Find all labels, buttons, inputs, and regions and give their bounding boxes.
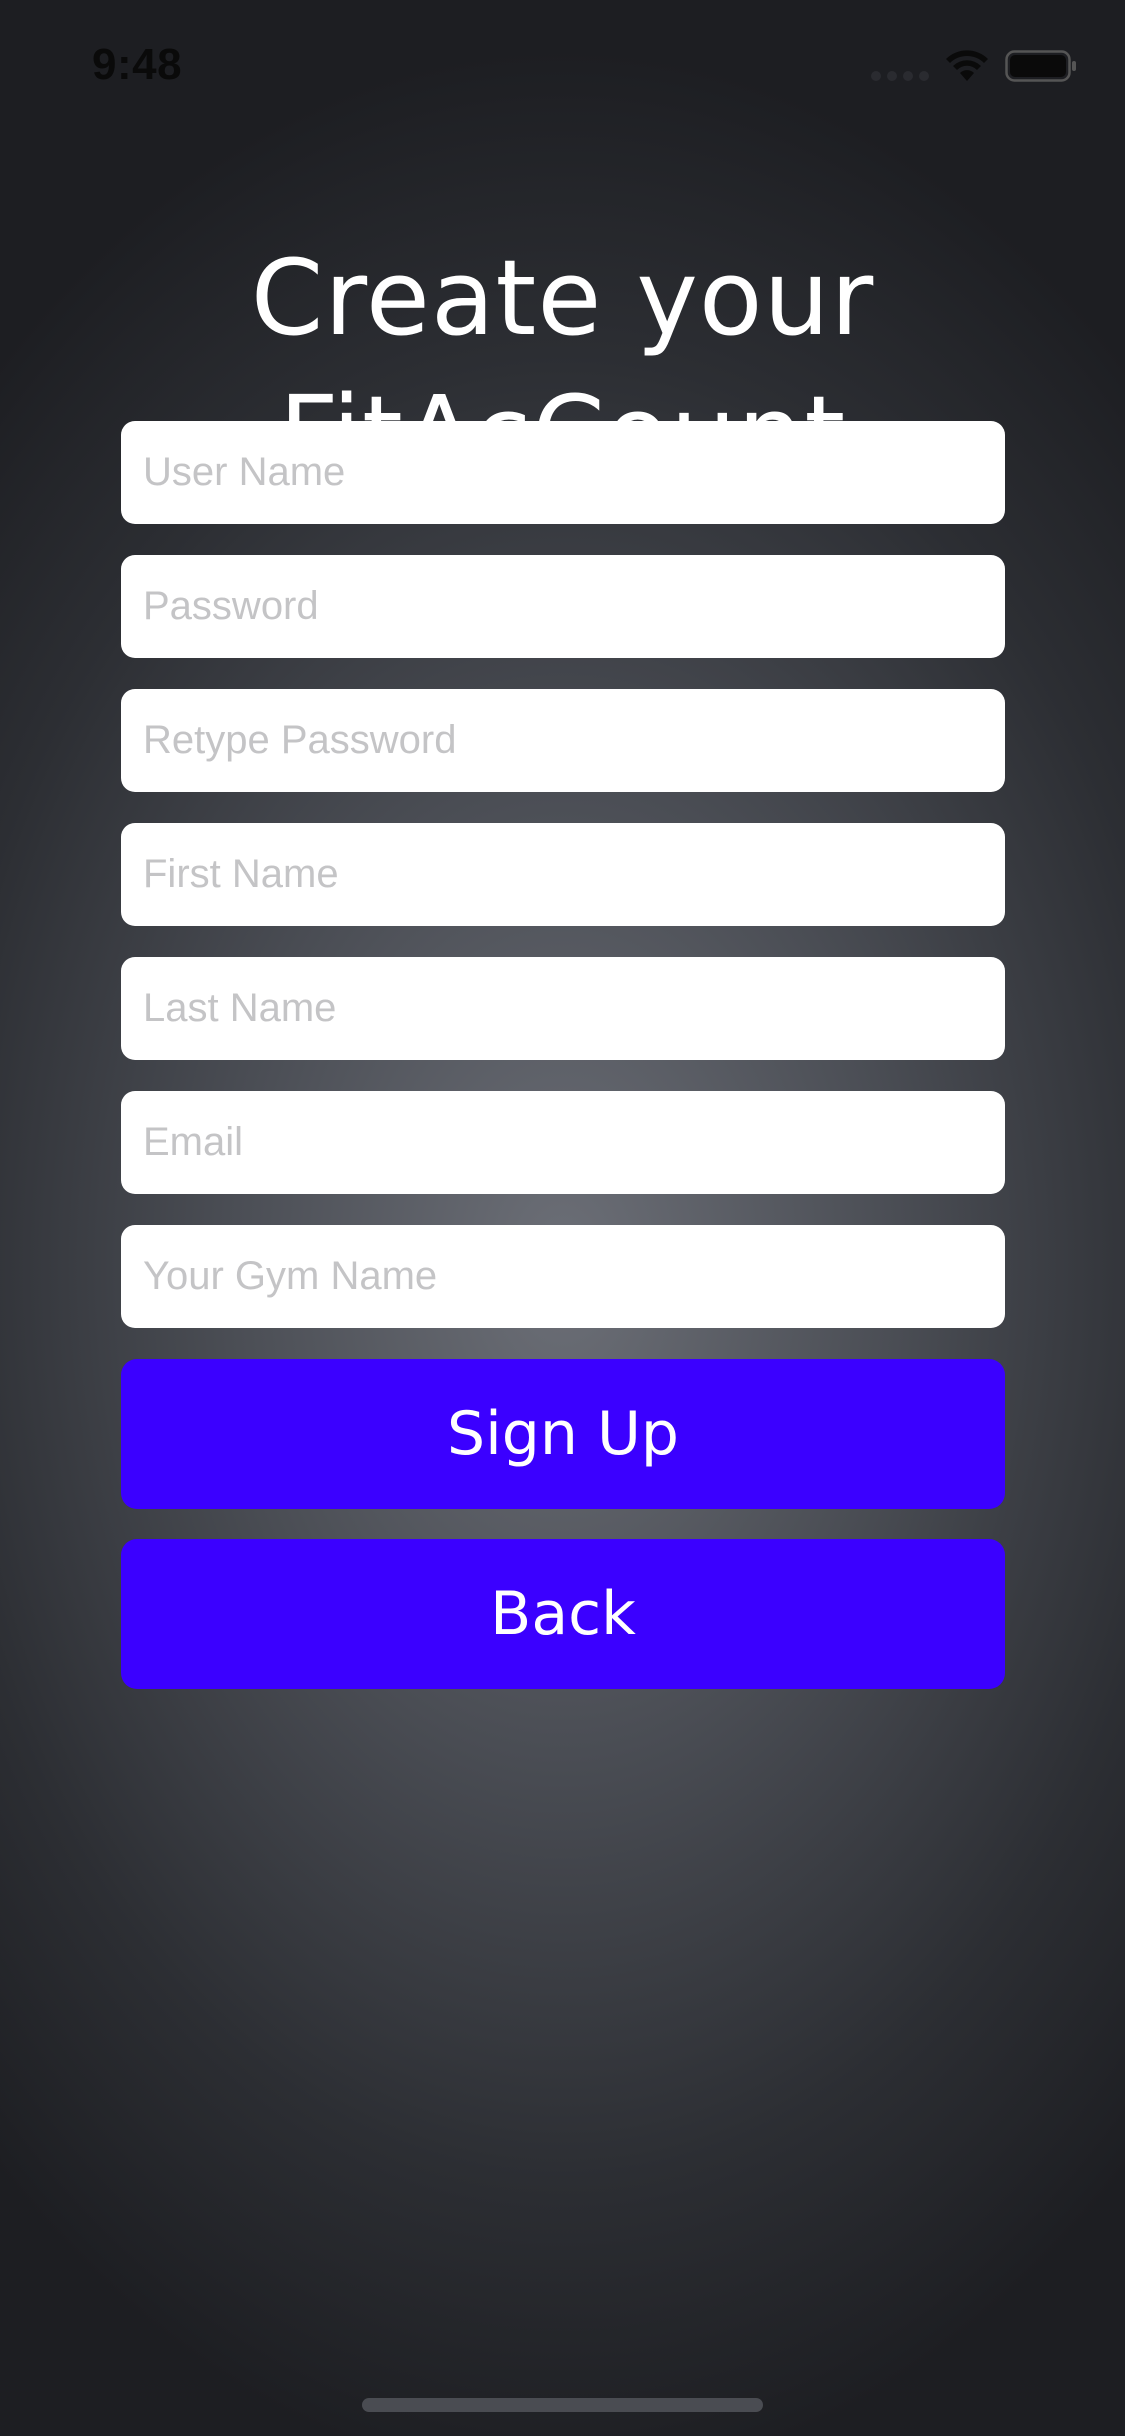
battery-icon (1005, 49, 1077, 83)
retype-password-field-container (121, 689, 1005, 792)
cellular-signal-icon (871, 51, 929, 81)
gym-name-field-container (121, 1225, 1005, 1328)
first-name-field-container (121, 823, 1005, 926)
email-field[interactable] (143, 1120, 983, 1165)
username-field-container (121, 421, 1005, 524)
email-field-container (121, 1091, 1005, 1194)
first-name-field[interactable] (143, 852, 983, 897)
password-field-container (121, 555, 1005, 658)
username-field[interactable] (143, 450, 983, 495)
back-button[interactable]: Back (121, 1539, 1005, 1689)
wifi-icon (945, 49, 989, 83)
page-title-line-1: Create your (250, 236, 875, 359)
last-name-field[interactable] (143, 986, 983, 1031)
status-bar: 9:48 (0, 0, 1125, 132)
gym-name-field[interactable] (143, 1254, 983, 1299)
signup-button[interactable]: Sign Up (121, 1359, 1005, 1509)
password-field[interactable] (143, 584, 983, 629)
home-indicator[interactable] (362, 2398, 763, 2412)
status-time: 9:48 (92, 40, 183, 89)
retype-password-field[interactable] (143, 718, 983, 763)
signup-form: Sign Up Back (121, 421, 1005, 1689)
last-name-field-container (121, 957, 1005, 1060)
status-icons (871, 46, 1077, 86)
